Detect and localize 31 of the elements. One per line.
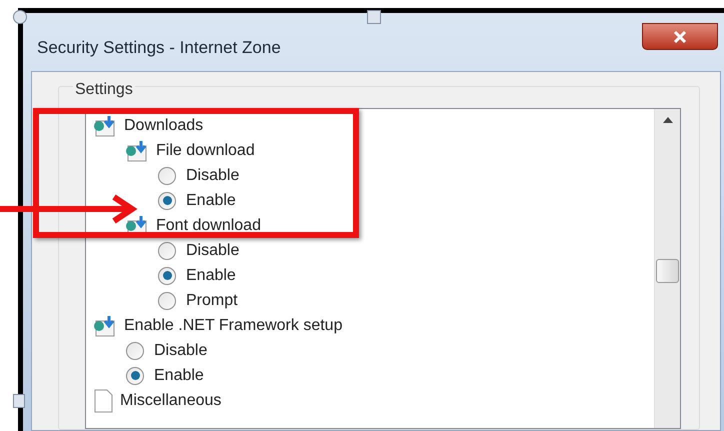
page-icon [92, 388, 114, 412]
setting-label: File download [156, 140, 255, 160]
radio-button[interactable] [158, 166, 176, 184]
radio-button[interactable] [158, 192, 176, 210]
option-label: Prompt [186, 290, 238, 310]
close-icon [673, 30, 687, 42]
scroll-up-icon[interactable] [662, 117, 672, 123]
scrollbar[interactable] [654, 109, 680, 428]
settings-list[interactable]: Downloads File download Disable Enable Font download Disable Enable Prompt Enable .NET Framework setup Disable Enable Miscellaneous [85, 108, 681, 429]
option-label: Enable [186, 190, 236, 210]
option-label: Disable [186, 240, 240, 260]
close-button[interactable] [642, 23, 718, 50]
scroll-thumb[interactable] [656, 259, 679, 283]
option-label: Disable [186, 166, 240, 186]
option-label: Enable [186, 266, 236, 286]
option-label: Disable [154, 340, 208, 360]
radio-button[interactable] [126, 342, 144, 360]
option-label: Enable [154, 366, 204, 386]
radio-button[interactable] [126, 366, 144, 384]
arrow-icon [0, 194, 138, 224]
resize-handle[interactable] [13, 394, 25, 408]
setting-label: Enable .NET Framework setup [124, 316, 342, 336]
radio-button[interactable] [158, 292, 176, 310]
window-title: Security Settings - Internet Zone [37, 37, 281, 59]
radio-button[interactable] [158, 242, 176, 260]
resize-handle[interactable] [367, 10, 381, 24]
setting-label: Miscellaneous [120, 390, 222, 410]
setting-label: Font download [156, 216, 261, 236]
setting-label: Downloads [124, 116, 204, 136]
resize-handle[interactable] [13, 10, 27, 24]
radio-button[interactable] [158, 266, 176, 284]
